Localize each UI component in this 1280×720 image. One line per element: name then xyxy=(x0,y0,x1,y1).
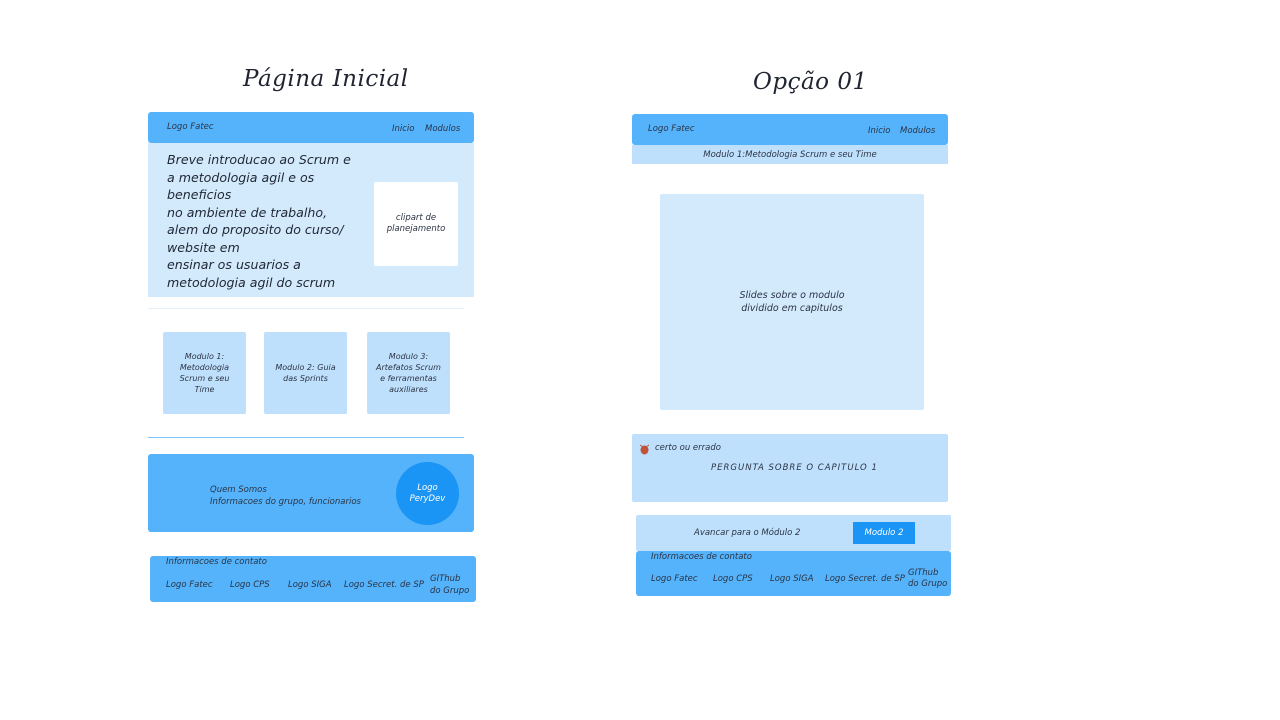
hero-line: beneficios xyxy=(167,187,232,202)
hero-line: website em xyxy=(167,239,240,255)
left-header: Logo Fatec Inicio Modulos xyxy=(148,112,474,143)
footer-github[interactable]: GIThub do Grupo xyxy=(908,568,947,590)
about-section: Quem Somos Informacoes do grupo, funcion… xyxy=(148,454,474,532)
perydev-logo: Logo PeryDev xyxy=(396,462,459,525)
module-card-label: Modulo 3: Artefatos Scrum e ferramentas … xyxy=(376,352,441,394)
divider xyxy=(148,437,464,438)
hero-line: alem do proposito do curso/ xyxy=(167,222,344,237)
left-title: Página Inicial xyxy=(243,66,409,92)
left-header-logo: Logo Fatec xyxy=(167,122,214,132)
right-title: Opção 01 xyxy=(753,69,868,95)
about-title: Quem Somos xyxy=(210,485,267,495)
right-wireframe: Logo Fatec Inicio Modulos Modulo 1:Metod… xyxy=(632,114,952,598)
advance-section: Avancar para o Módulo 2 Modulo 2 xyxy=(636,515,951,551)
hero-line: a metodologia agil e os xyxy=(167,169,315,185)
left-nav-modulos[interactable]: Modulos xyxy=(425,124,460,134)
footer-logo-siga[interactable]: Logo SIGA xyxy=(770,574,814,584)
quiz-tag: certo ou errado xyxy=(655,443,721,453)
advance-label: Avancar para o Módulo 2 xyxy=(694,528,801,538)
hero-line: no ambiente de trabalho, xyxy=(167,204,328,220)
right-nav-inicio[interactable]: Inicio xyxy=(868,126,891,136)
left-hero: Breve introducao ao Scrum e a metodologi… xyxy=(148,143,474,297)
quiz-box: certo ou errado PERGUNTA SOBRE O CAPITUL… xyxy=(632,434,948,502)
about-subtitle: Informacoes do grupo, funcionarios xyxy=(210,497,361,507)
hero-image-placeholder: clipart de planejamento xyxy=(374,182,458,266)
module-card-3[interactable]: Modulo 3: Artefatos Scrum e ferramentas … xyxy=(367,332,450,414)
module-subheader-text: Modulo 1:Metodologia Scrum e seu Time xyxy=(703,149,877,160)
divider xyxy=(148,308,464,309)
right-footer: Informacoes de contato Logo Fatec Logo C… xyxy=(636,551,951,596)
hero-line: ensinar os usuarios a xyxy=(167,257,301,272)
left-nav-inicio[interactable]: Inicio xyxy=(392,124,415,134)
perydev-logo-text: Logo PeryDev xyxy=(409,482,446,504)
quiz-question[interactable]: PERGUNTA SOBRE O CAPITULO 1 xyxy=(711,463,878,473)
footer-logo-fatec[interactable]: Logo Fatec xyxy=(166,580,213,590)
footer-logo-cps[interactable]: Logo CPS xyxy=(230,580,270,590)
next-module-button[interactable]: Modulo 2 xyxy=(853,522,915,544)
bug-icon xyxy=(639,444,650,455)
module-card-label: Modulo 2: Guia das Sprints xyxy=(275,363,336,383)
hero-line: metodologia agil do scrum xyxy=(167,274,336,290)
next-module-button-label: Modulo 2 xyxy=(864,528,904,538)
hero-text: Breve introducao ao Scrum e a metodologi… xyxy=(167,151,351,291)
hero-image-label: clipart de planejamento xyxy=(386,213,446,234)
slides-area[interactable]: Slides sobre o modulo dividido em capitu… xyxy=(660,194,924,410)
right-header-logo: Logo Fatec xyxy=(648,124,695,134)
right-nav-modulos[interactable]: Modulos xyxy=(900,126,935,136)
footer-logo-cps[interactable]: Logo CPS xyxy=(713,574,753,584)
right-header: Logo Fatec Inicio Modulos xyxy=(632,114,948,145)
footer-logo-secret-sp[interactable]: Logo Secret. de SP xyxy=(344,580,424,590)
module-card-label: Modulo 1: Metodologia Scrum e seu Time xyxy=(179,352,230,394)
footer-logo-siga[interactable]: Logo SIGA xyxy=(288,580,332,590)
module-card-2[interactable]: Modulo 2: Guia das Sprints xyxy=(264,332,347,414)
module-subheader: Modulo 1:Metodologia Scrum e seu Time xyxy=(632,145,948,164)
hero-line: Breve introducao ao Scrum e xyxy=(167,152,351,167)
footer-github[interactable]: GIThub do Grupo xyxy=(430,573,469,597)
left-wireframe: Logo Fatec Inicio Modulos Breve introduc… xyxy=(148,112,476,602)
left-footer: Informacoes de contato Logo Fatec Logo C… xyxy=(150,556,476,602)
footer-logo-fatec[interactable]: Logo Fatec xyxy=(651,574,698,584)
module-card-1[interactable]: Modulo 1: Metodologia Scrum e seu Time xyxy=(163,332,246,414)
slides-label: Slides sobre o modulo dividido em capitu… xyxy=(739,290,845,314)
footer-heading: Informacoes de contato xyxy=(166,557,267,567)
footer-logo-secret-sp[interactable]: Logo Secret. de SP xyxy=(825,574,905,584)
footer-heading: Informacoes de contato xyxy=(651,552,752,562)
